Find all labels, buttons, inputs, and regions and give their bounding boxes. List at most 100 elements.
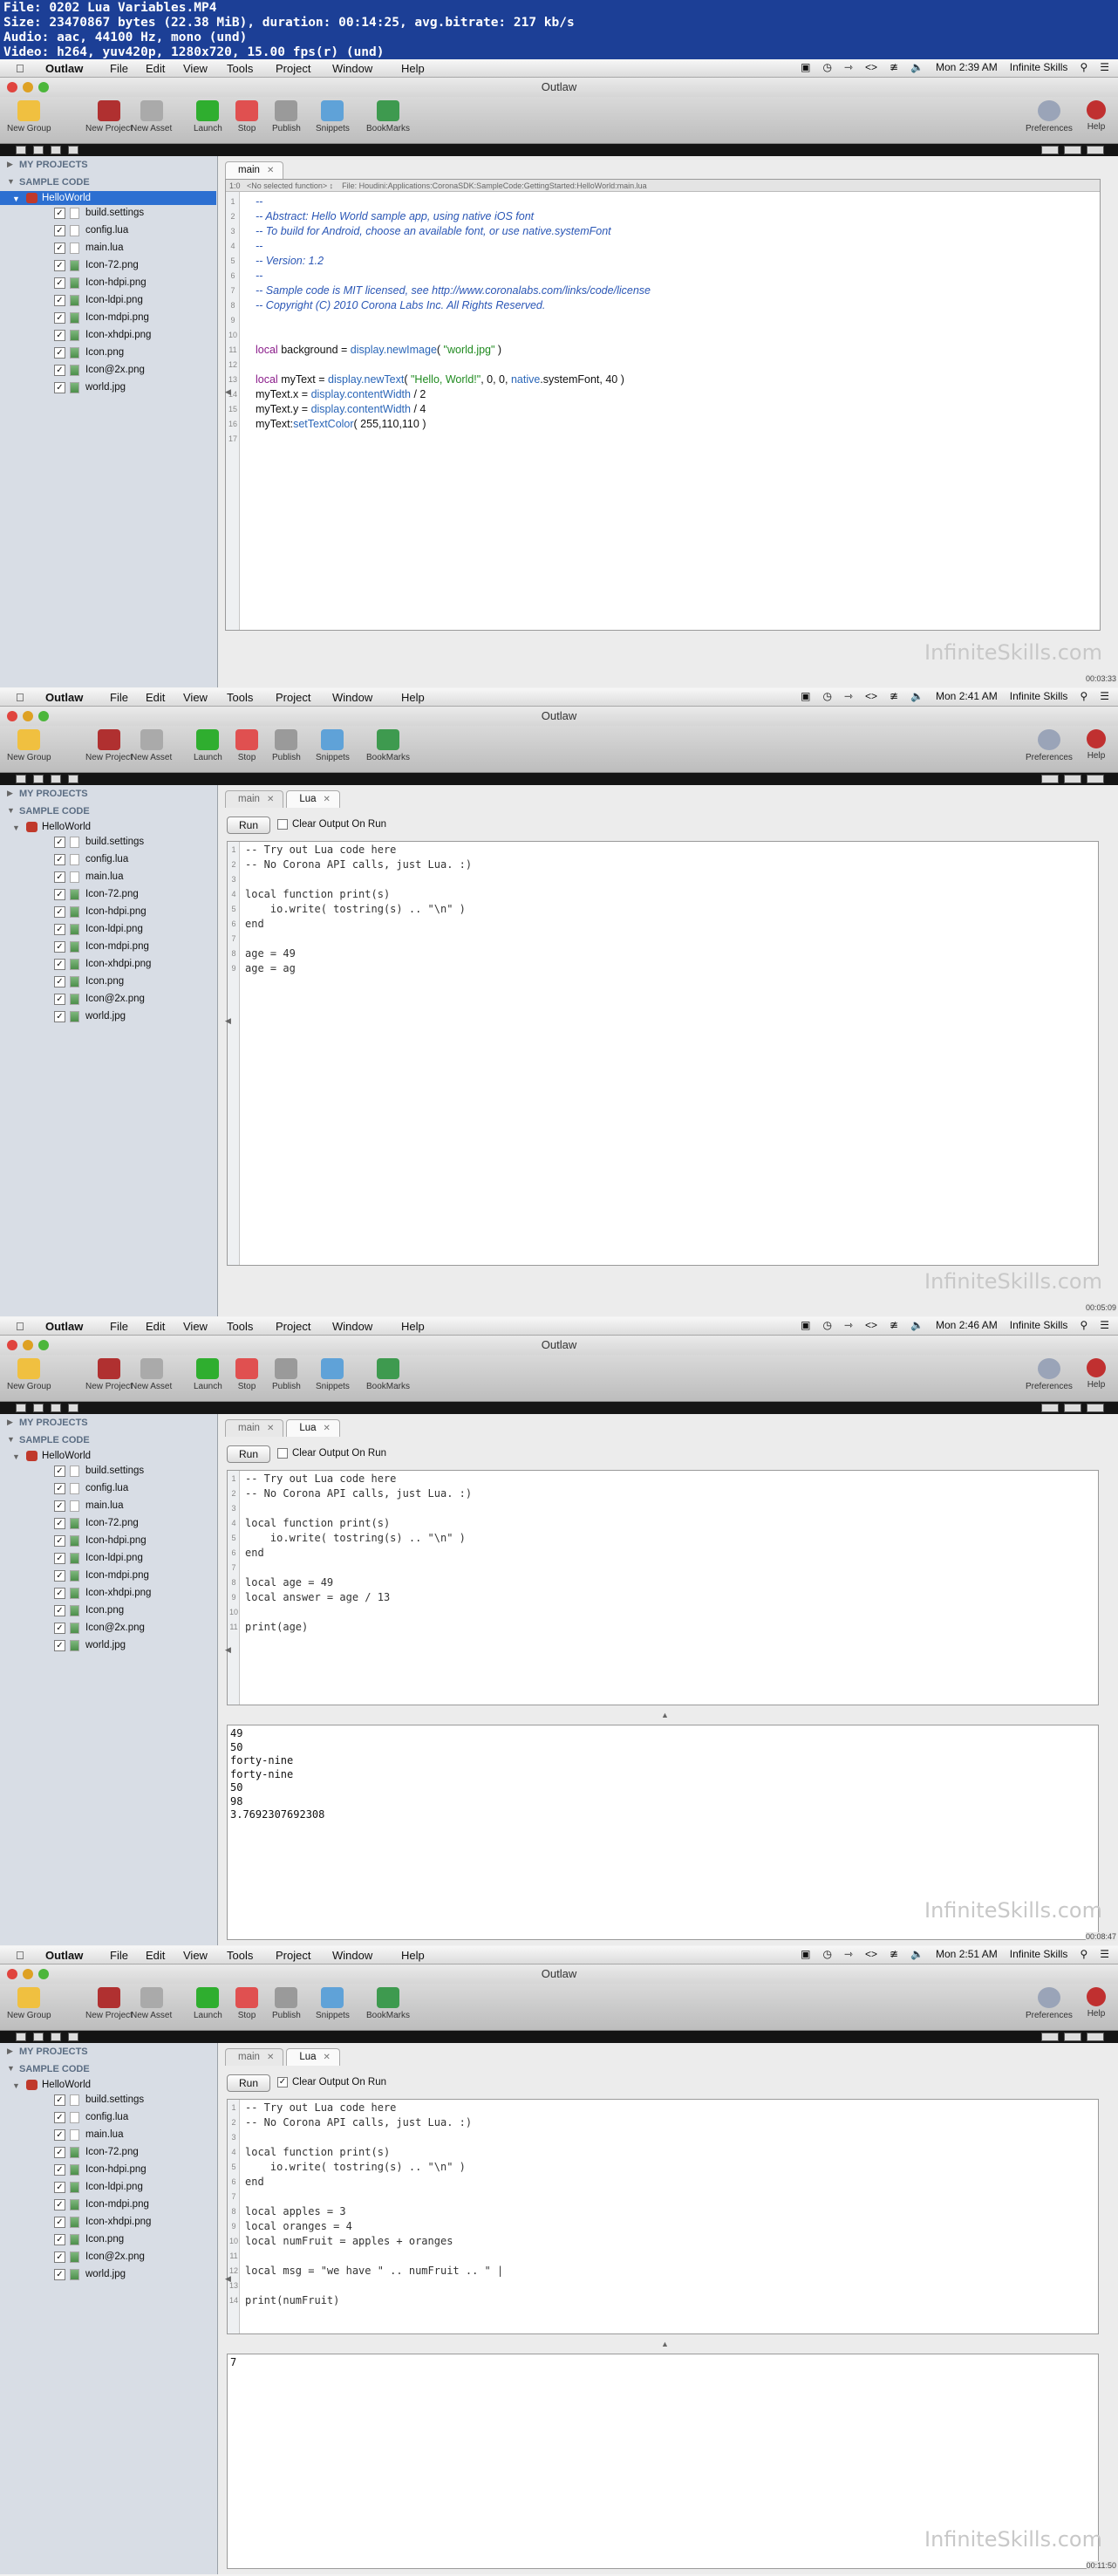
toolbar-bookmarks-button[interactable]: BookMarks (366, 1358, 410, 1391)
menu-project[interactable]: Project (276, 1320, 310, 1333)
toolbar-publish-button[interactable]: Publish (272, 1987, 301, 2020)
run-button[interactable]: Run (227, 2074, 270, 2092)
sidebar-resize-handle[interactable]: ◀ (225, 1645, 231, 1655)
file-item[interactable]: ✓ build.settings (54, 2092, 144, 2109)
clock[interactable]: Mon 2:46 AM (936, 1319, 998, 1331)
file-item[interactable]: ✓ world.jpg (54, 379, 126, 397)
collapse-triangle-icon[interactable]: ▶ (7, 2046, 13, 2056)
layout-button[interactable] (1064, 775, 1081, 783)
project-helloworld[interactable]: ▼ HelloWorld (0, 1449, 216, 1463)
spotlight-icon[interactable]: ⚲ (1080, 1319, 1087, 1331)
file-item[interactable]: ✓ main.lua (54, 1498, 123, 1515)
bluetooth-icon[interactable]: ⇾ (844, 690, 853, 702)
display-icon[interactable]: ▣ (801, 61, 810, 73)
code-icon[interactable]: <> (865, 690, 877, 702)
clear-output-checkbox[interactable]: ✓ Clear Output On Run (277, 2077, 386, 2087)
file-item[interactable]: ✓ build.settings (54, 834, 144, 851)
file-item[interactable]: ✓ build.settings (54, 205, 144, 222)
menu-window[interactable]: Window (332, 62, 372, 75)
file-checkbox[interactable]: ✓ (54, 2129, 65, 2141)
zoom-window-button[interactable] (38, 1969, 49, 1979)
menu-view[interactable]: View (183, 691, 208, 704)
toolbar-launch-button[interactable]: Launch (194, 1358, 222, 1391)
menu-edit[interactable]: Edit (146, 1320, 165, 1333)
time-machine-icon[interactable]: ◷ (822, 1319, 831, 1331)
file-item[interactable]: ✓ Icon@2x.png (54, 362, 145, 379)
close-window-button[interactable] (7, 82, 17, 92)
expand-triangle-icon[interactable]: ▼ (7, 177, 15, 186)
file-item[interactable]: ✓ Icon-hdpi.png (54, 904, 147, 921)
file-checkbox[interactable]: ✓ (54, 1535, 65, 1547)
wifi-icon[interactable]: ≇ (890, 690, 898, 702)
file-checkbox[interactable]: ✓ (54, 2251, 65, 2263)
file-checkbox[interactable]: ✓ (54, 2182, 65, 2193)
toolbar-snippets-button[interactable]: Snippets (316, 1987, 350, 2020)
spotlight-icon[interactable]: ⚲ (1080, 61, 1087, 73)
sidebar-view-button[interactable] (16, 146, 26, 154)
file-checkbox[interactable]: ✓ (54, 225, 65, 236)
code-editor[interactable]: 1:0 <No selected function> ↕ File: Houdi… (225, 179, 1101, 631)
project-helloworld[interactable]: ▼ HelloWorld (0, 191, 216, 205)
menu-edit[interactable]: Edit (146, 62, 165, 75)
wifi-icon[interactable]: ≇ (890, 1319, 898, 1331)
toolbar-preferences-button[interactable]: Preferences (1026, 1358, 1073, 1391)
file-item[interactable]: ✓ Icon.png (54, 1602, 124, 1620)
user-name[interactable]: Infinite Skills (1010, 1948, 1068, 1960)
menu-view[interactable]: View (183, 62, 208, 75)
file-item[interactable]: ✓ Icon-mdpi.png (54, 939, 149, 956)
file-checkbox[interactable]: ✓ (54, 1570, 65, 1582)
time-machine-icon[interactable]: ◷ (822, 690, 831, 702)
sidebar-view-button[interactable] (68, 1404, 78, 1412)
spotlight-icon[interactable]: ⚲ (1080, 690, 1087, 702)
minimize-window-button[interactable] (23, 82, 33, 92)
file-checkbox[interactable]: ✓ (54, 208, 65, 219)
function-selector[interactable]: <No selected function> ↕ (247, 181, 333, 190)
expand-triangle-icon[interactable]: ▼ (7, 1435, 15, 1444)
toolbar-launch-button[interactable]: Launch (194, 729, 222, 762)
minimize-window-button[interactable] (23, 1340, 33, 1350)
toolbar-new-asset-button[interactable]: New Asset (131, 1987, 172, 2020)
split-resize-handle[interactable]: ▲ (661, 2340, 669, 2348)
file-item[interactable]: ✓ world.jpg (54, 2266, 126, 2284)
toolbar-new-project-button[interactable]: New Project (85, 100, 133, 133)
tab-main[interactable]: main ✕ (225, 1419, 284, 1437)
menu-tools[interactable]: Tools (227, 1949, 253, 1962)
list-icon[interactable]: ☰ (1100, 61, 1109, 73)
close-icon[interactable]: ✕ (267, 1420, 274, 1437)
file-item[interactable]: ✓ Icon-xhdpi.png (54, 956, 151, 974)
toolbar-bookmarks-button[interactable]: BookMarks (366, 100, 410, 133)
list-icon[interactable]: ☰ (1100, 1319, 1109, 1331)
toolbar-launch-button[interactable]: Launch (194, 1987, 222, 2020)
toolbar-publish-button[interactable]: Publish (272, 1358, 301, 1391)
file-checkbox[interactable]: ✓ (54, 854, 65, 865)
layout-button[interactable] (1087, 2033, 1104, 2041)
file-item[interactable]: ✓ world.jpg (54, 1008, 126, 1026)
file-checkbox[interactable]: ✓ (54, 1623, 65, 1634)
expand-triangle-icon[interactable]: ▼ (7, 806, 15, 815)
file-item[interactable]: ✓ Icon@2x.png (54, 991, 145, 1008)
close-icon[interactable]: ✕ (267, 2049, 274, 2066)
close-icon[interactable]: ✕ (324, 2049, 331, 2066)
toolbar-snippets-button[interactable]: Snippets (316, 100, 350, 133)
menu-window[interactable]: Window (332, 1949, 372, 1962)
menu-project[interactable]: Project (276, 691, 310, 704)
run-button[interactable]: Run (227, 817, 270, 834)
toolbar-preferences-button[interactable]: Preferences (1026, 729, 1073, 762)
layout-button[interactable] (1064, 1404, 1081, 1412)
menu-tools[interactable]: Tools (227, 62, 253, 75)
file-item[interactable]: ✓ main.lua (54, 2127, 123, 2144)
file-checkbox[interactable]: ✓ (54, 1640, 65, 1651)
zoom-window-button[interactable] (38, 1340, 49, 1350)
zoom-window-button[interactable] (38, 82, 49, 92)
sidebar-view-button[interactable] (33, 2033, 44, 2041)
toolbar-snippets-button[interactable]: Snippets (316, 1358, 350, 1391)
sidebar-resize-handle[interactable]: ◀ (225, 1016, 231, 1026)
file-item[interactable]: ✓ world.jpg (54, 1637, 126, 1655)
tab-lua[interactable]: Lua ✕ (286, 790, 340, 808)
file-item[interactable]: ✓ Icon-mdpi.png (54, 1568, 149, 1585)
toolbar-help-button[interactable]: Help (1087, 729, 1106, 761)
sidebar-view-button[interactable] (33, 775, 44, 783)
zoom-window-button[interactable] (38, 711, 49, 721)
file-item[interactable]: ✓ Icon.png (54, 974, 124, 991)
file-checkbox[interactable]: ✓ (54, 312, 65, 324)
